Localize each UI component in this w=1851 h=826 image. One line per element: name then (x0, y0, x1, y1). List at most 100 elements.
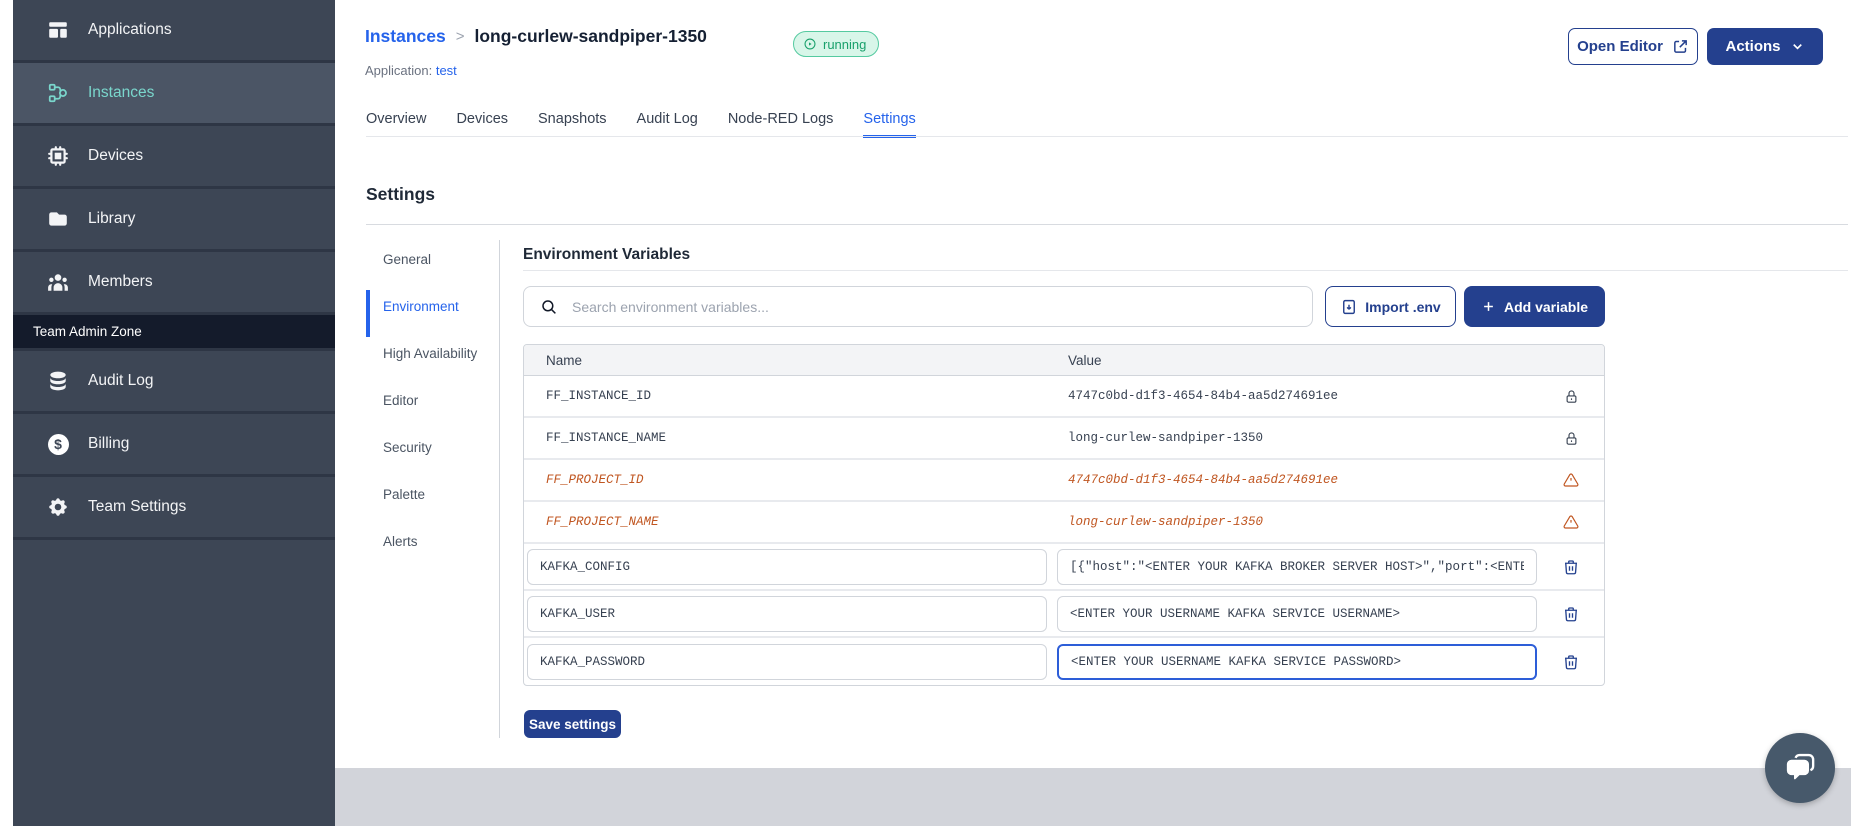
env-var-value-input-focused[interactable] (1057, 643, 1537, 680)
sidebar-section-team-admin-zone: Team Admin Zone (13, 315, 335, 351)
env-var-name: FF_PROJECT_NAME (546, 515, 659, 529)
trash-icon (1564, 654, 1577, 669)
plus-icon (1484, 302, 1493, 311)
sidebar-item-label: Instances (88, 84, 155, 101)
lock-icon (1566, 389, 1576, 403)
tab-overview[interactable]: Overview (366, 111, 426, 138)
env-var-name-input[interactable] (527, 548, 1047, 585)
settings-nav-general[interactable]: General (366, 243, 478, 290)
settings-nav-environment[interactable]: Environment (366, 290, 478, 337)
sidebar: Applications Instances Devices Library M… (13, 0, 335, 826)
instance-tabs: Overview Devices Snapshots Audit Log Nod… (366, 111, 916, 138)
settings-nav-palette[interactable]: Palette (366, 478, 478, 525)
chat-bubble-icon (1786, 753, 1815, 780)
footer-band (335, 768, 1851, 826)
save-settings-button[interactable]: Save settings (524, 710, 621, 738)
breadcrumb-instances-link[interactable]: Instances (365, 26, 446, 47)
settings-title: Settings (366, 184, 436, 204)
application-link[interactable]: test (436, 63, 457, 78)
column-header-name: Name (546, 352, 583, 368)
application-label: Application: (365, 63, 433, 78)
table-row: FF_INSTANCE_ID 4747c0bd-d1f3-4654-84b4-a… (524, 376, 1604, 418)
sidebar-item-label: Devices (88, 147, 144, 164)
env-var-name-input[interactable] (527, 595, 1047, 632)
sidebar-item-applications[interactable]: Applications (13, 0, 335, 63)
status-label: running (823, 36, 867, 52)
sidebar-item-label: Billing (88, 435, 130, 452)
settings-divider (366, 224, 1848, 225)
trash-icon (1564, 606, 1577, 621)
sidebar-item-devices[interactable]: Devices (13, 126, 335, 189)
page-title: long-curlew-sandpiper-1350 (474, 26, 707, 46)
search-icon (542, 299, 556, 314)
column-header-value: Value (1068, 352, 1102, 368)
settings-nav-security[interactable]: Security (366, 431, 478, 478)
tab-devices[interactable]: Devices (456, 111, 508, 138)
delete-variable-button[interactable] (1561, 604, 1581, 624)
settings-nav-high-availability[interactable]: High Availability (366, 337, 478, 384)
env-var-value-input[interactable] (1057, 548, 1537, 585)
env-var-value: 4747c0bd-d1f3-4654-84b4-aa5d274691ee (1068, 473, 1339, 487)
env-table: Name Value FF_INSTANCE_ID 4747c0bd-d1f3-… (523, 344, 1605, 686)
search-input[interactable] (572, 287, 1312, 326)
env-search (523, 286, 1313, 327)
status-badge: running (793, 31, 880, 57)
import-file-icon (1343, 299, 1356, 314)
import-env-button[interactable]: Import .env (1325, 286, 1456, 327)
sidebar-item-members[interactable]: Members (13, 252, 335, 315)
warning-icon (1563, 515, 1579, 529)
env-var-value: long-curlew-sandpiper-1350 (1068, 431, 1264, 445)
delete-variable-button[interactable] (1561, 557, 1581, 577)
sidebar-item-instances[interactable]: Instances (13, 63, 335, 126)
open-editor-button[interactable]: Open Editor (1568, 28, 1698, 65)
dollar-icon (47, 433, 69, 455)
table-row: FF_PROJECT_NAME long-curlew-sandpiper-13… (524, 502, 1604, 544)
sidebar-item-audit-log[interactable]: Audit Log (13, 351, 335, 414)
env-table-header: Name Value (524, 345, 1604, 376)
settings-nav-alerts[interactable]: Alerts (366, 525, 478, 572)
table-row (524, 591, 1604, 638)
sidebar-item-billing[interactable]: Billing (13, 414, 335, 477)
env-var-value: 4747c0bd-d1f3-4654-84b4-aa5d274691ee (1068, 389, 1339, 403)
gear-icon (47, 496, 69, 518)
folder-icon (47, 208, 69, 230)
sidebar-item-library[interactable]: Library (13, 189, 335, 252)
env-var-value-input[interactable] (1057, 595, 1537, 632)
table-row (524, 638, 1604, 685)
actions-button[interactable]: Actions (1707, 28, 1823, 65)
tab-snapshots[interactable]: Snapshots (538, 111, 607, 138)
env-var-name-input[interactable] (527, 643, 1047, 680)
database-icon (47, 370, 69, 392)
play-circle-icon (804, 38, 816, 50)
tab-settings[interactable]: Settings (863, 111, 916, 138)
env-var-name: FF_INSTANCE_ID (546, 389, 652, 403)
sidebar-item-label: Audit Log (88, 372, 154, 389)
breadcrumb: Instances > long-curlew-sandpiper-1350 (365, 26, 707, 47)
settings-nav: General Environment High Availability Ed… (366, 243, 478, 572)
settings-nav-editor[interactable]: Editor (366, 384, 478, 431)
add-variable-button[interactable]: Add variable (1464, 286, 1605, 327)
actions-label: Actions (1725, 38, 1781, 55)
chevron-down-icon (1792, 44, 1802, 50)
sidebar-item-team-settings[interactable]: Team Settings (13, 477, 335, 540)
open-editor-label: Open Editor (1577, 38, 1663, 55)
flowfuse-app: Applications Instances Devices Library M… (0, 0, 1851, 826)
delete-variable-button[interactable] (1561, 652, 1581, 672)
tab-audit-log[interactable]: Audit Log (637, 111, 698, 138)
tab-node-red-logs[interactable]: Node-RED Logs (728, 111, 834, 138)
table-row (524, 544, 1604, 591)
applications-icon (47, 19, 69, 41)
sidebar-item-label: Library (88, 210, 136, 227)
add-variable-label: Add variable (1503, 298, 1589, 315)
sidebar-item-label: Team Settings (88, 498, 187, 515)
table-row: FF_INSTANCE_NAME long-curlew-sandpiper-1… (524, 418, 1604, 460)
lock-icon (1566, 431, 1576, 445)
instances-icon (47, 82, 69, 104)
chat-widget-button[interactable] (1765, 733, 1835, 803)
settings-vertical-divider (499, 240, 500, 738)
users-icon (47, 271, 69, 293)
import-env-label: Import .env (1365, 298, 1441, 315)
sidebar-item-label: Applications (88, 21, 172, 38)
table-row: FF_PROJECT_ID 4747c0bd-d1f3-4654-84b4-aa… (524, 460, 1604, 502)
chip-icon (47, 145, 69, 167)
